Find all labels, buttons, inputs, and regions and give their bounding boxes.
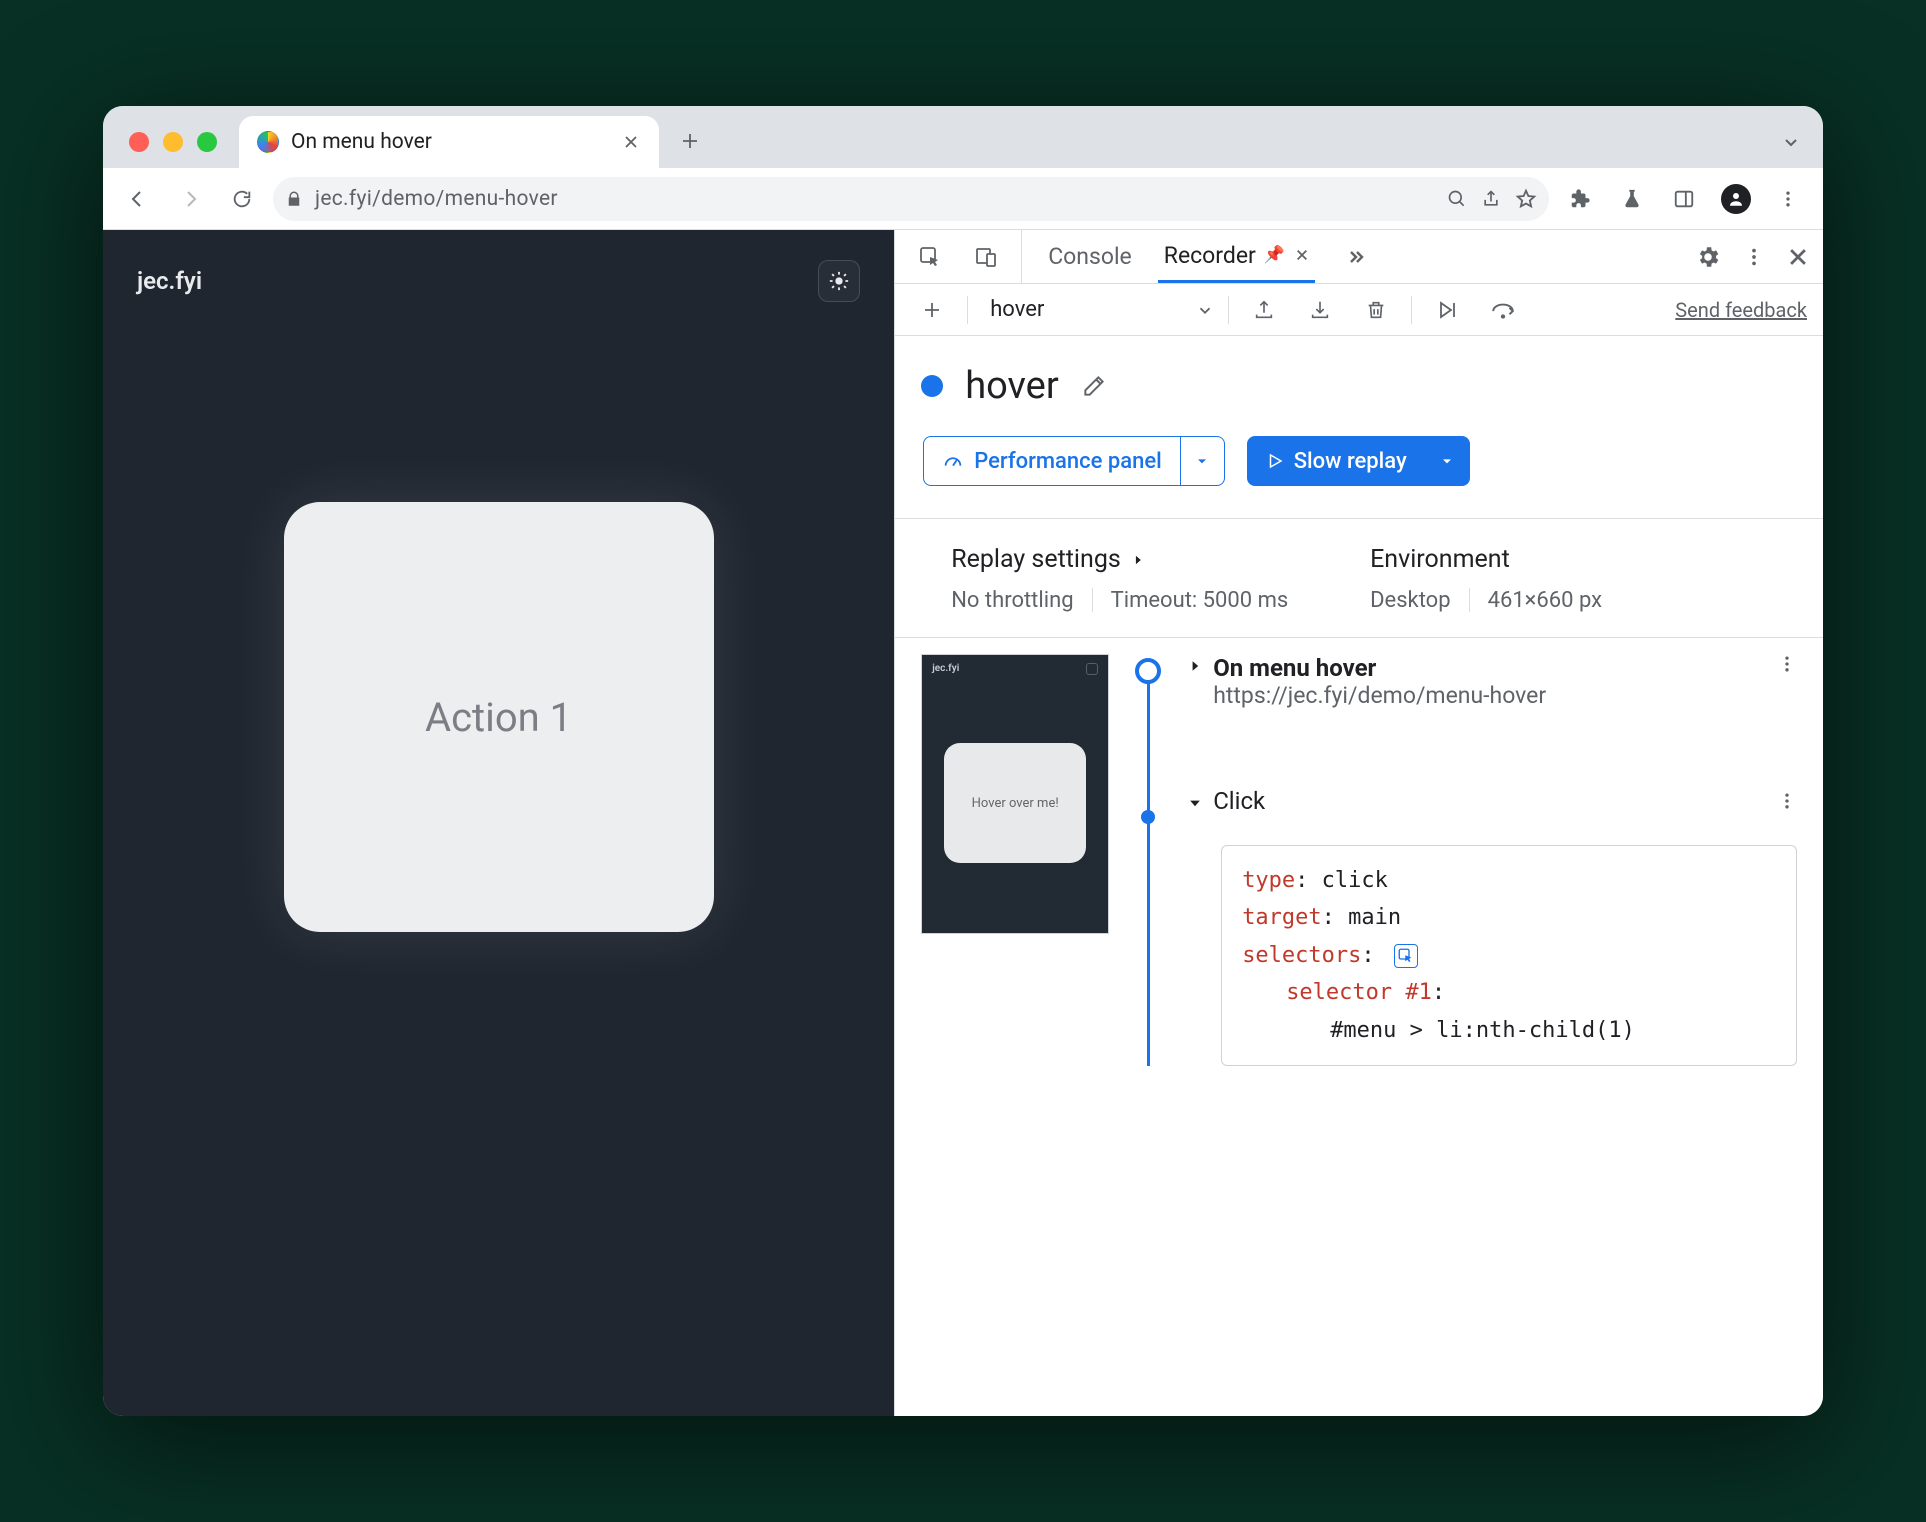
close-tab-icon[interactable] [619,130,643,154]
close-panel-icon[interactable] [1295,248,1309,262]
viewport-value: 461×660 px [1488,588,1603,613]
environment-header: Environment [1370,545,1789,574]
import-icon[interactable] [1299,289,1341,331]
content-area: jec.fyi Action 1 Console Recorder 📌 [103,230,1823,1416]
tab-title: On menu hover [291,130,432,154]
step-menu-icon[interactable] [1777,654,1797,674]
step-navigate-title[interactable]: On menu hover [1213,654,1546,682]
step-menu-icon[interactable] [1777,791,1797,811]
step-details-panel: type: click target: main selectors: sele… [1221,845,1797,1066]
recording-title: hover [965,364,1059,408]
performance-dropdown[interactable] [1181,436,1225,486]
sun-icon [828,270,850,292]
more-tabs-icon[interactable] [1335,236,1377,278]
thumb-toggle [1086,663,1098,675]
step-thumbnail[interactable]: jec.fyi Hover over me! [921,654,1109,934]
demo-card[interactable]: Action 1 [284,502,714,932]
close-devtools-icon[interactable] [1787,246,1809,268]
theme-toggle-button[interactable] [818,260,860,302]
caret-right-icon[interactable] [1187,658,1203,674]
edit-title-icon[interactable] [1081,373,1107,399]
send-feedback-link[interactable]: Send feedback [1675,298,1807,322]
step-click-title[interactable]: Click [1213,787,1265,815]
delete-icon[interactable] [1355,289,1397,331]
caret-down-icon[interactable] [1187,795,1203,811]
slow-replay-button[interactable]: Slow replay [1247,436,1470,486]
replay-dropdown[interactable] [1426,436,1470,486]
new-recording-icon[interactable] [911,289,953,331]
address-bar-row: jec.fyi/demo/menu-hover [103,168,1823,230]
favicon [257,131,279,153]
tab-recorder[interactable]: Recorder 📌 [1158,230,1315,283]
device-value: Desktop [1370,588,1451,613]
devtools-menu-icon[interactable] [1743,246,1765,268]
gauge-icon [942,450,964,472]
thumb-card-label: Hover over me! [944,743,1086,863]
browser-tab[interactable]: On menu hover [239,116,659,168]
status-dot [921,375,943,397]
tab-console[interactable]: Console [1042,230,1138,283]
minimize-window[interactable] [163,132,183,152]
lock-icon [285,190,303,208]
step-over-icon[interactable] [1482,289,1524,331]
settings-icon[interactable] [1695,244,1721,270]
browser-menu-icon[interactable] [1767,178,1809,220]
url-text: jec.fyi/demo/menu-hover [315,187,558,211]
inspect-icon[interactable] [909,236,951,278]
profile-avatar[interactable] [1715,178,1757,220]
recording-dropdown-icon[interactable] [1196,301,1214,319]
close-window[interactable] [129,132,149,152]
browser-window: On menu hover jec.fyi/demo/menu-hover [103,106,1823,1416]
timeline-node [1135,658,1161,684]
maximize-window[interactable] [197,132,217,152]
omnibox[interactable]: jec.fyi/demo/menu-hover [273,177,1549,221]
timeout-value: Timeout: 5000 ms [1111,588,1289,613]
forward-button[interactable] [169,178,211,220]
side-panel-icon[interactable] [1663,178,1705,220]
selector-value: #menu > li:nth-child(1) [1242,1012,1776,1049]
device-toggle-icon[interactable] [965,236,1007,278]
timeline [1131,654,1165,1066]
labs-icon[interactable] [1611,178,1653,220]
play-icon [1266,452,1284,470]
thumb-brand: jec.fyi [932,663,959,674]
pin-icon: 📌 [1264,245,1285,265]
recording-selector[interactable]: hover [990,297,1044,322]
extensions-icon[interactable] [1559,178,1601,220]
site-brand[interactable]: jec.fyi [137,267,202,295]
zoom-icon[interactable] [1447,189,1467,209]
step-play-icon[interactable] [1426,289,1468,331]
replay-settings-header[interactable]: Replay settings [951,545,1370,574]
caret-right-icon [1131,553,1145,567]
recorder-toolbar: hover Send feedback [895,284,1823,336]
tab-strip: On menu hover [103,106,1823,168]
throttling-value: No throttling [951,588,1073,613]
new-tab-button[interactable] [669,120,711,162]
star-icon[interactable] [1515,188,1537,210]
timeline-dot [1141,810,1155,824]
pick-selector-icon[interactable] [1394,944,1418,968]
reload-button[interactable] [221,178,263,220]
recorder-body: hover Performance panel Slo [895,336,1823,1416]
performance-panel-button[interactable]: Performance panel [923,436,1225,486]
window-controls [103,132,239,168]
devtools-tab-bar: Console Recorder 📌 [895,230,1823,284]
back-button[interactable] [117,178,159,220]
share-icon[interactable] [1481,189,1501,209]
tabs-dropdown-icon[interactable] [1781,132,1801,152]
step-navigate-url: https://jec.fyi/demo/menu-hover [1213,682,1546,709]
card-label: Action 1 [425,694,572,741]
devtools-panel: Console Recorder 📌 hover [894,230,1823,1416]
web-page: jec.fyi Action 1 [103,230,894,1416]
export-icon[interactable] [1243,289,1285,331]
